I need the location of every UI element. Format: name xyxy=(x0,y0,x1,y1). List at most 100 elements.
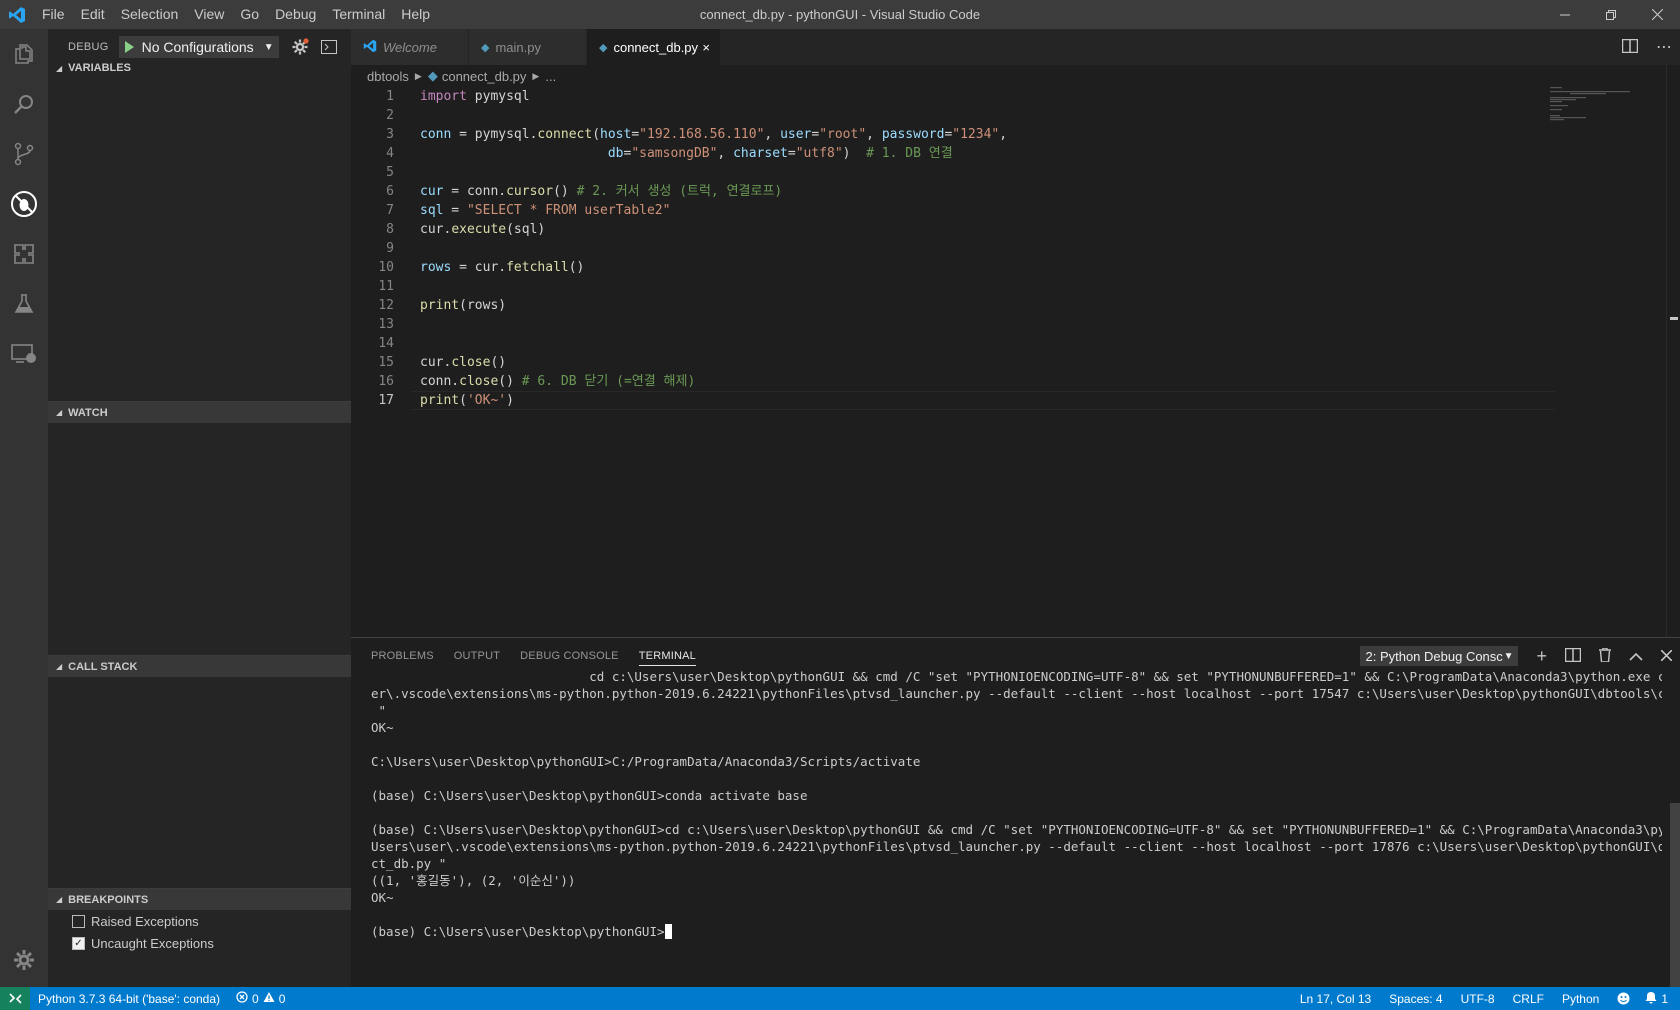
tab-main-py[interactable]: ◆ main.py xyxy=(469,29,587,65)
code-line[interactable]: 16 conn.close() # 6. DB 닫기 (=연결 해제) xyxy=(351,372,1680,391)
menu-view[interactable]: View xyxy=(186,0,232,29)
breadcrumb-folder[interactable]: dbtools xyxy=(367,69,409,84)
code-line[interactable]: 17 print('OK~') xyxy=(351,391,1680,410)
breakpoints-section-header[interactable]: ◢ BREAKPOINTS xyxy=(48,888,351,910)
code-line[interactable]: 10 rows = cur.fetchall() xyxy=(351,258,1680,277)
remote-explorer-icon[interactable] xyxy=(0,329,48,379)
terminal-scrollbar[interactable] xyxy=(1670,803,1680,987)
split-editor-icon[interactable] xyxy=(1621,38,1639,56)
breakpoint-checkbox[interactable]: ✓ xyxy=(72,936,85,950)
breakpoint-checkbox[interactable] xyxy=(72,914,85,928)
breakpoint-item[interactable]: Raised Exceptions xyxy=(48,910,351,932)
panel-tab-terminal[interactable]: TERMINAL xyxy=(638,650,696,666)
debug-configuration-select[interactable]: No Configurations ▼ xyxy=(118,36,279,58)
code-line[interactable]: 15 cur.close() xyxy=(351,353,1680,372)
code-line[interactable]: 5 xyxy=(351,163,1680,182)
menu-file[interactable]: File xyxy=(34,0,73,29)
terminal-prompt-line[interactable]: (base) C:\Users\user\Desktop\pythonGUI> xyxy=(371,923,1662,940)
files-icon[interactable] xyxy=(0,29,48,79)
terminal-line: OK~ xyxy=(371,890,394,905)
new-terminal-icon[interactable]: + xyxy=(1536,646,1547,667)
maximize-panel-icon[interactable] xyxy=(1629,649,1643,664)
problems-summary[interactable]: 0 0 xyxy=(228,991,293,1006)
terminal-output[interactable]: cd c:\Users\user\Desktop\pythonGUI && cm… xyxy=(351,668,1680,940)
code-token: ( xyxy=(459,393,467,408)
tab-connect-db-py[interactable]: ◆ connect_db.py × xyxy=(587,29,721,65)
code-line[interactable]: 6 cur = conn.cursor() # 2. 커서 생성 (트럭, 연결로… xyxy=(351,182,1680,201)
code-editor[interactable]: 1 import pymysql 2 3 conn = pymysql.connect(… xyxy=(351,87,1680,410)
panel-tab-problems[interactable]: PROBLEMS xyxy=(371,650,434,662)
line-source: sql = "SELECT * FROM userTable2" xyxy=(420,201,670,220)
panel-tab-output[interactable]: OUTPUT xyxy=(454,650,500,662)
cursor-position[interactable]: Ln 17, Col 13 xyxy=(1291,992,1380,1006)
code-line[interactable]: 13 xyxy=(351,315,1680,334)
remote-icon[interactable] xyxy=(0,987,30,1010)
breadcrumb-file[interactable]: connect_db.py xyxy=(442,69,527,84)
debug-console-icon[interactable] xyxy=(320,40,337,54)
split-terminal-icon[interactable] xyxy=(1564,647,1582,665)
code-line[interactable]: 4 db="samsongDB", charset="utf8") # 1. D… xyxy=(351,144,1680,163)
python-interpreter[interactable]: Python 3.7.3 64-bit ('base': conda) xyxy=(30,992,228,1006)
terminal-select[interactable]: 2: Python Debug Consc ▼ xyxy=(1360,646,1519,666)
close-window-button[interactable] xyxy=(1634,0,1680,29)
code-token: = cur. xyxy=(451,260,507,275)
breakpoint-item[interactable]: ✓ Uncaught Exceptions xyxy=(48,932,351,954)
extensions-icon[interactable] xyxy=(0,229,48,279)
more-actions-icon[interactable]: ⋯ xyxy=(1656,37,1672,57)
close-panel-icon[interactable] xyxy=(1660,648,1673,664)
watch-section-header[interactable]: ◢ WATCH xyxy=(48,401,351,423)
breakpoint-label: Uncaught Exceptions xyxy=(91,935,214,951)
encoding[interactable]: UTF-8 xyxy=(1452,992,1504,1006)
code-line[interactable]: 7 sql = "SELECT * FROM userTable2" xyxy=(351,201,1680,220)
notifications[interactable]: 1 xyxy=(1639,991,1680,1007)
code-line[interactable]: 2 xyxy=(351,106,1680,125)
close-tab-icon[interactable]: × xyxy=(702,40,710,55)
code-line[interactable]: 12 print(rows) xyxy=(351,296,1680,315)
code-line[interactable]: 1 import pymysql xyxy=(351,87,1680,106)
editor-scrollbar[interactable] xyxy=(1666,65,1680,637)
menu-debug[interactable]: Debug xyxy=(267,0,324,29)
menu-help[interactable]: Help xyxy=(393,0,438,29)
source-control-icon[interactable] xyxy=(0,129,48,179)
code-token: "SELECT * FROM userTable2" xyxy=(466,203,671,218)
call-stack-section-header[interactable]: ◢ CALL STACK xyxy=(48,655,351,677)
watch-panel xyxy=(48,423,351,655)
code-token: ) xyxy=(506,393,514,408)
code-line[interactable]: 3 conn = pymysql.connect(host="192.168.56… xyxy=(351,125,1680,144)
code-line[interactable]: 11 xyxy=(351,277,1680,296)
restore-button[interactable] xyxy=(1588,0,1634,29)
debug-icon[interactable] xyxy=(0,179,48,229)
minimap[interactable] xyxy=(1550,87,1640,127)
menu-terminal[interactable]: Terminal xyxy=(324,0,393,29)
debug-settings-gear-icon[interactable] xyxy=(291,38,309,56)
minimize-button[interactable] xyxy=(1542,0,1588,29)
indentation[interactable]: Spaces: 4 xyxy=(1380,992,1451,1006)
code-token: = xyxy=(787,146,796,161)
start-debug-icon[interactable] xyxy=(124,41,134,53)
code-line[interactable]: 14 xyxy=(351,334,1680,353)
language-mode[interactable]: Python xyxy=(1553,992,1608,1006)
menu-go[interactable]: Go xyxy=(232,0,267,29)
end-of-line[interactable]: CRLF xyxy=(1504,992,1553,1006)
line-number: 16 xyxy=(378,374,394,389)
terminal-line: ((1, '홍길동'), (2, '이순신')) xyxy=(371,873,576,888)
menu-selection[interactable]: Selection xyxy=(113,0,187,29)
test-flask-icon[interactable] xyxy=(0,279,48,329)
search-icon[interactable] xyxy=(0,79,48,129)
settings-gear-icon[interactable] xyxy=(0,935,48,985)
variables-section-header[interactable]: ◢ VARIABLES xyxy=(48,57,351,79)
code-line[interactable]: 9 xyxy=(351,239,1680,258)
tab-welcome[interactable]: Welcome xyxy=(351,29,469,65)
feedback-smiley-icon[interactable] xyxy=(1608,992,1639,1005)
code-line[interactable]: 8 cur.execute(sql) xyxy=(351,220,1680,239)
code-token: rows xyxy=(420,260,452,275)
trash-icon[interactable] xyxy=(1599,646,1611,665)
line-source: db="samsongDB", charset="utf8") # 1. DB … xyxy=(420,144,953,163)
breadcrumb-rest[interactable]: ... xyxy=(545,69,556,84)
python-icon: ◆ xyxy=(481,41,490,54)
code-token: cur. xyxy=(420,355,452,370)
menu-edit[interactable]: Edit xyxy=(73,0,113,29)
panel-tab-debug-console[interactable]: DEBUG CONSOLE xyxy=(520,650,619,662)
panel-actions: 2: Python Debug Consc ▼ + xyxy=(1360,638,1673,674)
